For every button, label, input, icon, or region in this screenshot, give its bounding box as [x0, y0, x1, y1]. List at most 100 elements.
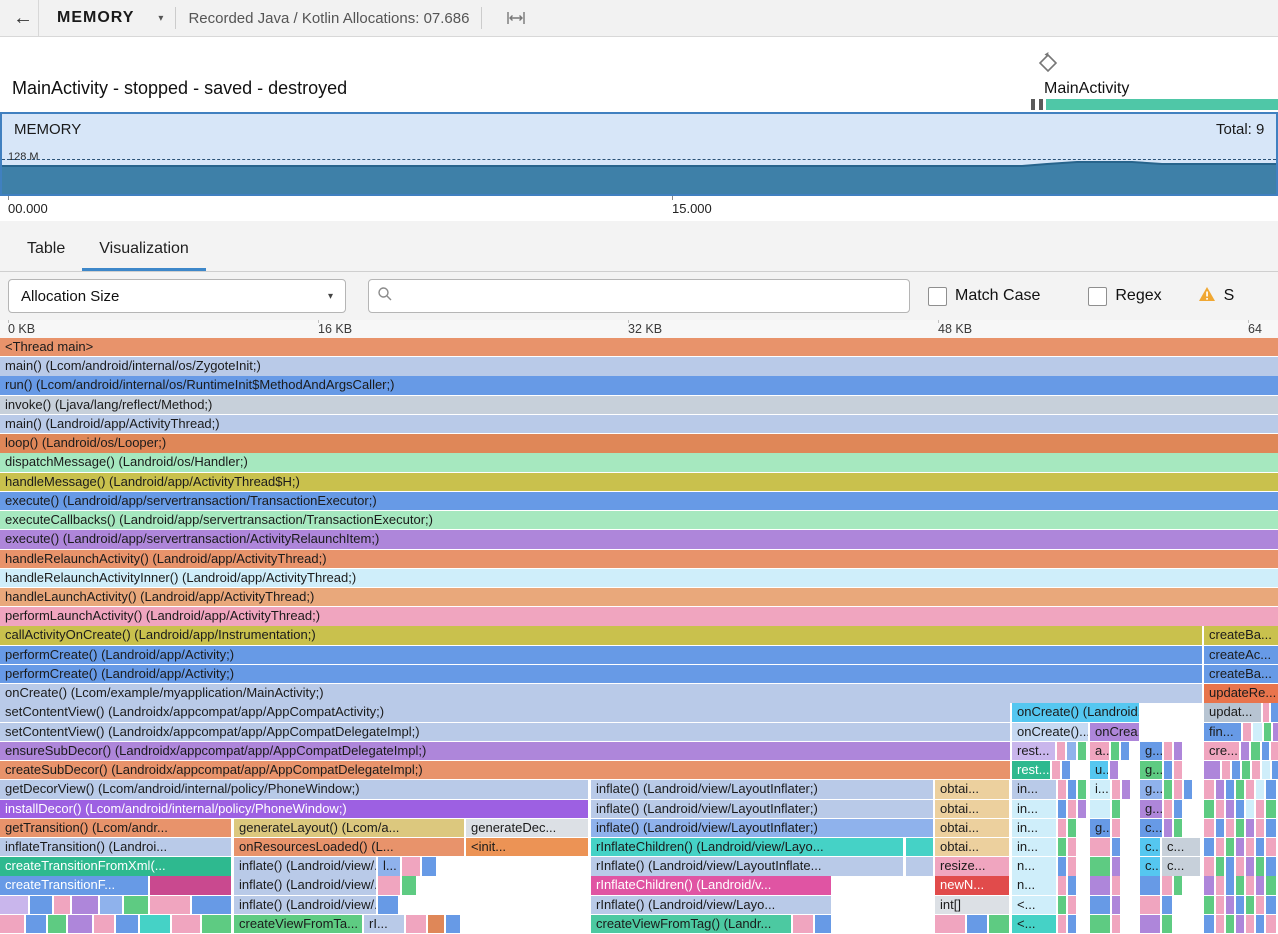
flame-segment[interactable] — [1164, 742, 1172, 760]
flame-segment[interactable]: resize... — [935, 857, 1009, 875]
flame-segment[interactable]: generateDec... — [466, 819, 588, 837]
flame-segment[interactable]: inflate() (Landroid/view/... — [234, 896, 376, 914]
flame-segment[interactable] — [793, 915, 813, 933]
flame-segment[interactable] — [150, 896, 190, 914]
flame-segment[interactable]: fin... — [1204, 723, 1241, 741]
flame-segment[interactable] — [1057, 742, 1065, 760]
flame-segment[interactable] — [1246, 876, 1254, 894]
flame-segment[interactable]: onCrea... — [1090, 723, 1139, 741]
flame-segment[interactable] — [68, 915, 92, 933]
flame-segment[interactable] — [1263, 703, 1269, 721]
flame-segment[interactable] — [192, 896, 231, 914]
flame-segment[interactable] — [1271, 703, 1278, 721]
flame-segment[interactable]: u... — [1090, 761, 1108, 779]
flame-segment[interactable] — [1236, 876, 1244, 894]
flame-segment[interactable] — [1164, 761, 1172, 779]
flame-segment[interactable]: rI... — [364, 915, 404, 933]
flame-segment[interactable] — [1078, 800, 1086, 818]
flame-segment[interactable]: inflate() (Landroid/view/LayoutInflater;… — [591, 800, 933, 818]
flame-segment[interactable]: executeCallbacks() (Landroid/app/servert… — [0, 511, 1278, 529]
flame-segment[interactable] — [1246, 838, 1254, 856]
flame-segment[interactable] — [1226, 780, 1234, 798]
flame-segment[interactable]: handleRelaunchActivity() (Landroid/app/A… — [0, 550, 1278, 568]
flame-segment[interactable] — [172, 915, 200, 933]
flame-segment[interactable] — [1174, 800, 1182, 818]
back-button[interactable]: ← — [8, 7, 38, 30]
flame-segment[interactable] — [1162, 915, 1172, 933]
flame-segment[interactable] — [1246, 819, 1254, 837]
flame-segment[interactable] — [1246, 896, 1254, 914]
flame-segment[interactable] — [1272, 761, 1278, 779]
flame-segment[interactable] — [1204, 915, 1214, 933]
flame-segment[interactable]: in... — [1012, 800, 1056, 818]
flame-segment[interactable] — [1090, 857, 1110, 875]
flame-segment[interactable] — [1226, 857, 1234, 875]
flame-segment[interactable] — [1262, 742, 1269, 760]
flame-segment[interactable]: g... — [1140, 761, 1162, 779]
match-case-checkbox[interactable] — [928, 287, 947, 306]
flame-segment[interactable] — [1204, 800, 1214, 818]
flame-segment[interactable]: onCreate()... — [1012, 723, 1088, 741]
flame-segment[interactable] — [1174, 742, 1182, 760]
flame-segment[interactable] — [1068, 780, 1076, 798]
flame-segment[interactable] — [1204, 857, 1214, 875]
flame-segment[interactable]: performLaunchActivity() (Landroid/app/Ac… — [0, 607, 1278, 625]
flame-segment[interactable] — [1246, 800, 1254, 818]
flame-segment[interactable]: createViewFromTa... — [234, 915, 362, 933]
flame-segment[interactable]: <init... — [466, 838, 588, 856]
flame-segment[interactable] — [1256, 915, 1264, 933]
flame-segment[interactable] — [1068, 819, 1076, 837]
flame-segment[interactable] — [54, 896, 70, 914]
flame-segment[interactable] — [1242, 761, 1250, 779]
flame-segment[interactable]: c... — [1162, 838, 1200, 856]
flame-segment[interactable]: inflate() (Landroid/view/LayoutInflater;… — [591, 780, 933, 798]
flame-segment[interactable]: n... — [1012, 876, 1056, 894]
flame-segment[interactable]: n... — [1012, 857, 1056, 875]
flame-segment[interactable] — [1222, 761, 1230, 779]
flame-segment[interactable] — [1236, 780, 1244, 798]
flame-segment[interactable] — [446, 915, 460, 933]
flame-segment[interactable]: onCreate() (Landroid... — [1012, 703, 1139, 721]
flame-segment[interactable]: rest... — [1012, 761, 1050, 779]
flame-segment[interactable]: updateRe... — [1204, 684, 1278, 702]
flame-segment[interactable]: onCreate() (Lcom/example/myapplication/M… — [0, 684, 1202, 702]
flame-segment[interactable]: main() (Landroid/app/ActivityThread;) — [0, 415, 1278, 433]
tab-visualization[interactable]: Visualization — [82, 228, 206, 271]
flame-segment[interactable] — [1204, 896, 1214, 914]
flame-segment[interactable]: getDecorView() (Lcom/android/internal/po… — [0, 780, 588, 798]
flame-segment[interactable] — [1216, 819, 1224, 837]
flame-segment[interactable] — [1204, 819, 1214, 837]
flame-segment[interactable] — [1058, 800, 1066, 818]
flame-segment[interactable]: loop() (Landroid/os/Looper;) — [0, 434, 1278, 452]
flame-segment[interactable]: inflate() (Landroid/view/LayoutInflater;… — [591, 819, 933, 837]
flame-segment[interactable]: newN... — [935, 876, 1009, 894]
flame-segment[interactable] — [1052, 761, 1060, 779]
flame-segment[interactable] — [1058, 838, 1066, 856]
flame-segment[interactable] — [1256, 896, 1264, 914]
flame-segment[interactable]: run() (Lcom/android/internal/os/RuntimeI… — [0, 376, 1278, 394]
flame-segment[interactable] — [1112, 838, 1120, 856]
flame-segment[interactable] — [1243, 723, 1251, 741]
flame-segment[interactable] — [815, 915, 831, 933]
flame-segment[interactable] — [422, 857, 436, 875]
flame-segment[interactable]: <Thread main> — [0, 338, 1278, 356]
flame-segment[interactable] — [1256, 780, 1264, 798]
flame-segment[interactable]: c... — [1140, 819, 1162, 837]
chevron-down-icon[interactable]: ▾ — [158, 13, 163, 24]
flame-segment[interactable]: createBa... — [1204, 626, 1278, 644]
flame-segment[interactable] — [428, 915, 444, 933]
flame-segment[interactable] — [1216, 915, 1224, 933]
flame-segment[interactable]: c... — [1140, 857, 1160, 875]
flame-segment[interactable] — [94, 915, 114, 933]
flame-segment[interactable] — [1068, 915, 1076, 933]
flame-segment[interactable] — [1090, 876, 1110, 894]
flame-segment[interactable]: g... — [1140, 800, 1162, 818]
flame-segment[interactable] — [1058, 780, 1066, 798]
flame-segment[interactable]: in... — [1012, 819, 1056, 837]
flame-segment[interactable]: g... — [1090, 819, 1110, 837]
flame-segment[interactable] — [1112, 896, 1120, 914]
flame-segment[interactable] — [1112, 915, 1120, 933]
flame-segment[interactable]: rInflateChildren() (Landroid/v... — [591, 876, 831, 894]
flame-segment[interactable] — [26, 915, 46, 933]
flame-segment[interactable]: handleLaunchActivity() (Landroid/app/Act… — [0, 588, 1278, 606]
